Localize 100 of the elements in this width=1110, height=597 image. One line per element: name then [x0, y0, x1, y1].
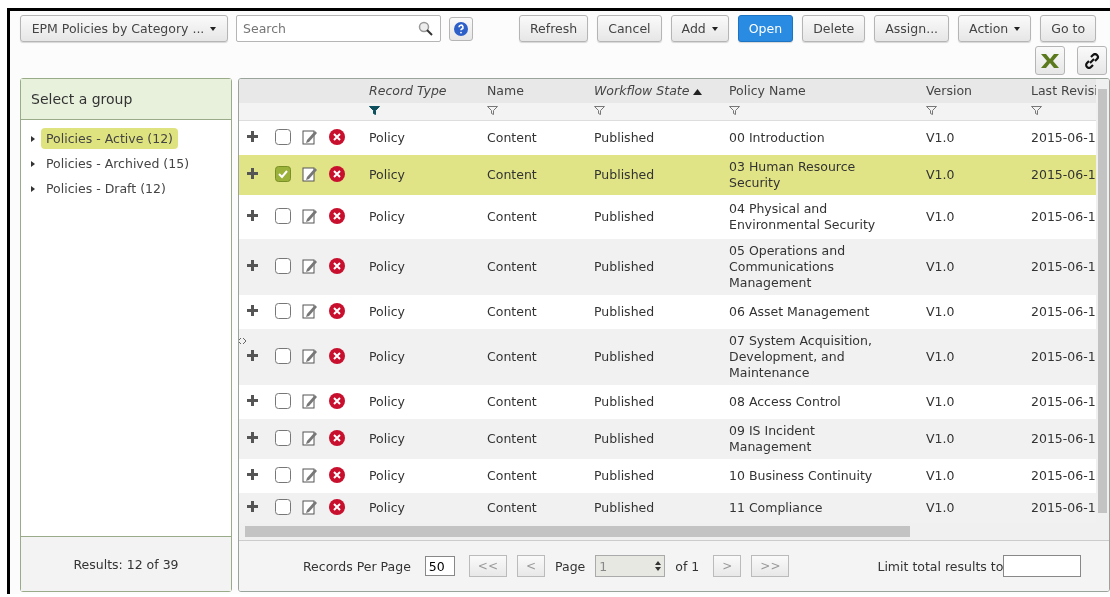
- table-cell-text: V1.0: [925, 431, 956, 447]
- group-item[interactable]: Policies - Active (12): [41, 128, 178, 149]
- table-cell-text: Policy: [368, 259, 406, 275]
- row-checkbox[interactable]: [275, 392, 291, 409]
- edit-icon[interactable]: [302, 392, 318, 409]
- row-checkbox[interactable]: [275, 207, 291, 224]
- table-cell-text: 2015-06-1: [1030, 500, 1096, 516]
- splitter-handle-icon[interactable]: [239, 335, 246, 347]
- limit-results-field[interactable]: [1003, 555, 1082, 577]
- page-count: of 1: [675, 558, 700, 574]
- delete-icon[interactable]: [329, 128, 345, 145]
- column-header[interactable]: Workflow State: [590, 82, 725, 99]
- row-checkbox[interactable]: [275, 347, 291, 364]
- toolbar-button[interactable]: Go to: [1040, 15, 1097, 42]
- group-item[interactable]: Policies - Archived (15): [41, 153, 195, 174]
- column-header[interactable]: Name: [483, 82, 590, 99]
- table-cell-text: Content: [486, 130, 538, 146]
- expand-arrow-icon[interactable]: [31, 160, 35, 167]
- delete-icon[interactable]: [329, 302, 345, 319]
- delete-icon[interactable]: [329, 165, 345, 182]
- expand-arrow-icon[interactable]: [31, 135, 35, 142]
- column-header[interactable]: Record Type: [365, 82, 483, 99]
- filter-icon[interactable]: [594, 106, 605, 116]
- table-cell-text: Published: [593, 431, 656, 447]
- filter-icon[interactable]: [926, 106, 937, 116]
- delete-icon[interactable]: [329, 207, 345, 224]
- edit-icon[interactable]: [302, 302, 318, 319]
- toolbar-button[interactable]: Cancel: [597, 15, 662, 42]
- table-cell-text: Policy: [368, 167, 406, 183]
- edit-icon[interactable]: [302, 429, 318, 446]
- group-item[interactable]: Policies - Draft (12): [41, 178, 171, 199]
- edit-icon[interactable]: [302, 207, 318, 224]
- edit-icon[interactable]: [302, 128, 318, 145]
- filter-icon[interactable]: [1031, 106, 1042, 116]
- table-cell-text: Content: [486, 209, 538, 225]
- toolbar-button[interactable]: Delete: [802, 15, 866, 42]
- plus-icon[interactable]: [247, 260, 258, 271]
- table-cell-text: 2015-06-1: [1030, 209, 1096, 225]
- row-checkbox[interactable]: [275, 302, 291, 319]
- table-cell-text: V1.0: [925, 500, 956, 516]
- edit-icon[interactable]: [302, 165, 318, 182]
- plus-icon[interactable]: [247, 432, 258, 443]
- plus-icon[interactable]: [247, 168, 258, 179]
- column-header[interactable]: Last Revisi: [1027, 82, 1096, 99]
- spinner-icon: [655, 561, 662, 571]
- limit-results-label: Limit total results to: [877, 558, 1004, 574]
- plus-icon[interactable]: [247, 469, 258, 480]
- column-header[interactable]: Version: [922, 82, 1027, 99]
- toolbar-button[interactable]: Refresh: [519, 15, 589, 42]
- table-cell-text: V1.0: [925, 304, 956, 320]
- table-cell-text: Policy: [368, 304, 406, 320]
- plus-icon[interactable]: [247, 305, 258, 316]
- filter-icon[interactable]: [729, 106, 740, 116]
- row-checkbox[interactable]: [275, 429, 291, 446]
- open-button[interactable]: Open: [737, 15, 794, 42]
- row-checkbox[interactable]: [275, 128, 291, 145]
- plus-icon[interactable]: [247, 395, 258, 406]
- expand-arrow-icon[interactable]: [31, 185, 35, 192]
- row-checkbox[interactable]: [275, 466, 291, 483]
- edit-icon[interactable]: [302, 498, 318, 515]
- view-dropdown[interactable]: EPM Policies by Category ...: [20, 15, 228, 42]
- table-cell-text: Policy: [368, 431, 406, 447]
- dropdown-button[interactable]: Action: [958, 15, 1032, 42]
- plus-icon[interactable]: [247, 350, 258, 361]
- toolbar-button[interactable]: Assign...: [874, 15, 950, 42]
- edit-icon[interactable]: [302, 466, 318, 483]
- delete-icon[interactable]: [329, 392, 345, 409]
- horizontal-scrollbar[interactable]: [239, 523, 1109, 540]
- table-cell-text: 2015-06-1: [1030, 130, 1096, 146]
- search-icon[interactable]: [418, 21, 433, 36]
- filter-icon[interactable]: [369, 106, 380, 116]
- delete-icon[interactable]: [329, 498, 345, 515]
- table-cell-text: 07 System Acquisition, Development, and Maintenance: [728, 333, 873, 381]
- delete-icon[interactable]: [329, 347, 345, 364]
- plus-icon[interactable]: [247, 210, 258, 221]
- link-button[interactable]: [1077, 46, 1107, 75]
- row-checkbox[interactable]: [275, 257, 291, 274]
- table-cell-text: 10 Business Continuity: [728, 468, 874, 484]
- edit-icon[interactable]: [302, 257, 318, 274]
- dropdown-button[interactable]: Add: [670, 15, 729, 42]
- help-button[interactable]: [449, 16, 473, 41]
- delete-icon[interactable]: [329, 429, 345, 446]
- vertical-scrollbar[interactable]: [1096, 79, 1109, 523]
- row-checkbox[interactable]: [275, 498, 291, 515]
- table-cell-text: Published: [593, 209, 656, 225]
- plus-icon[interactable]: [247, 131, 258, 142]
- search-field[interactable]: Search: [236, 15, 441, 42]
- plus-icon[interactable]: [247, 501, 258, 512]
- table-cell-text: 2015-06-1: [1030, 167, 1096, 183]
- filter-icon[interactable]: [487, 106, 498, 116]
- export-button[interactable]: [1035, 46, 1065, 75]
- column-header[interactable]: Policy Name: [725, 82, 922, 99]
- edit-icon[interactable]: [302, 347, 318, 364]
- delete-icon[interactable]: [329, 257, 345, 274]
- delete-icon[interactable]: [329, 466, 345, 483]
- row-checkbox[interactable]: [275, 165, 291, 182]
- table-cell-text: Policy: [368, 209, 406, 225]
- records-per-page-field[interactable]: 50: [424, 556, 455, 576]
- table-cell-text: 11 Compliance: [728, 500, 824, 516]
- table-cell-text: Published: [593, 349, 656, 365]
